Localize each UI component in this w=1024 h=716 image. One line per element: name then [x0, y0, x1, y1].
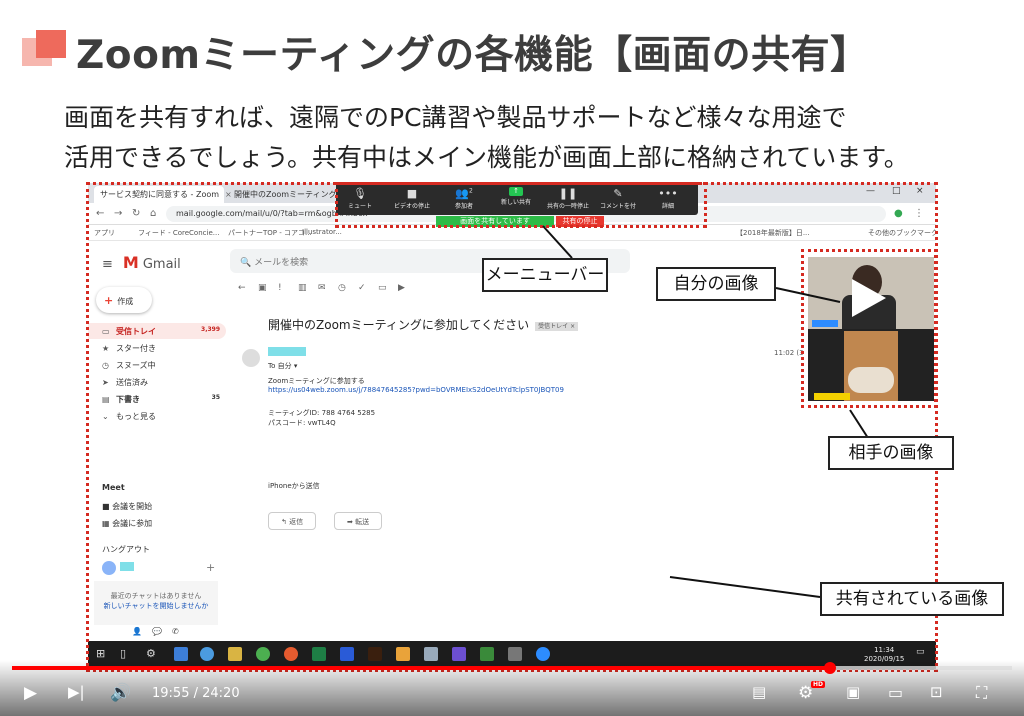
theater-mode-icon[interactable]: ▭ — [888, 683, 903, 702]
video-progress-bar[interactable] — [12, 662, 1012, 674]
miniplayer-icon[interactable]: ▣ — [846, 683, 860, 701]
video-highlight — [801, 249, 937, 408]
fullscreen-icon[interactable]: ⛶ — [976, 683, 987, 703]
cast-icon[interactable]: ⊡ — [930, 683, 943, 701]
total-duration: 24:20 — [202, 686, 240, 701]
progress-fill — [12, 666, 830, 670]
slide: Zoomミーティングの各機能【画面の共有】 画面を共有すれば、遠隔でのPC講習や… — [0, 0, 1024, 716]
next-video-icon[interactable]: ▶| — [68, 683, 85, 701]
play-button-icon[interactable]: ▶ — [24, 683, 37, 703]
slide-subtitle-line1: 画面を共有すれば、遠隔でのPC講習や製品サポートなど様々な用途で — [64, 103, 847, 132]
callout-menubar: メーニューバー — [482, 258, 608, 292]
callout-shared-screen: 共有されている画像 — [820, 582, 1004, 616]
subtitles-icon[interactable]: ▤ — [752, 683, 766, 701]
callout-other-video: 相手の画像 — [828, 436, 954, 470]
title-accent-icon — [22, 30, 66, 70]
current-time: 19:55 — [152, 686, 190, 701]
callout-self-video: 自分の画像 — [656, 267, 776, 301]
slide-subtitle-line2: 活用できるでしょう。共有中はメイン機能が画面上部に格納されています。 — [64, 143, 909, 172]
volume-icon[interactable]: 🔊 — [110, 683, 131, 703]
hd-badge-icon: HD — [811, 681, 826, 688]
slide-title: Zoomミーティングの各機能【画面の共有】 — [76, 33, 870, 78]
video-time: 19:55 / 24:20 — [152, 686, 240, 701]
menubar-highlight — [335, 182, 707, 228]
progress-scrubber[interactable] — [824, 662, 836, 674]
